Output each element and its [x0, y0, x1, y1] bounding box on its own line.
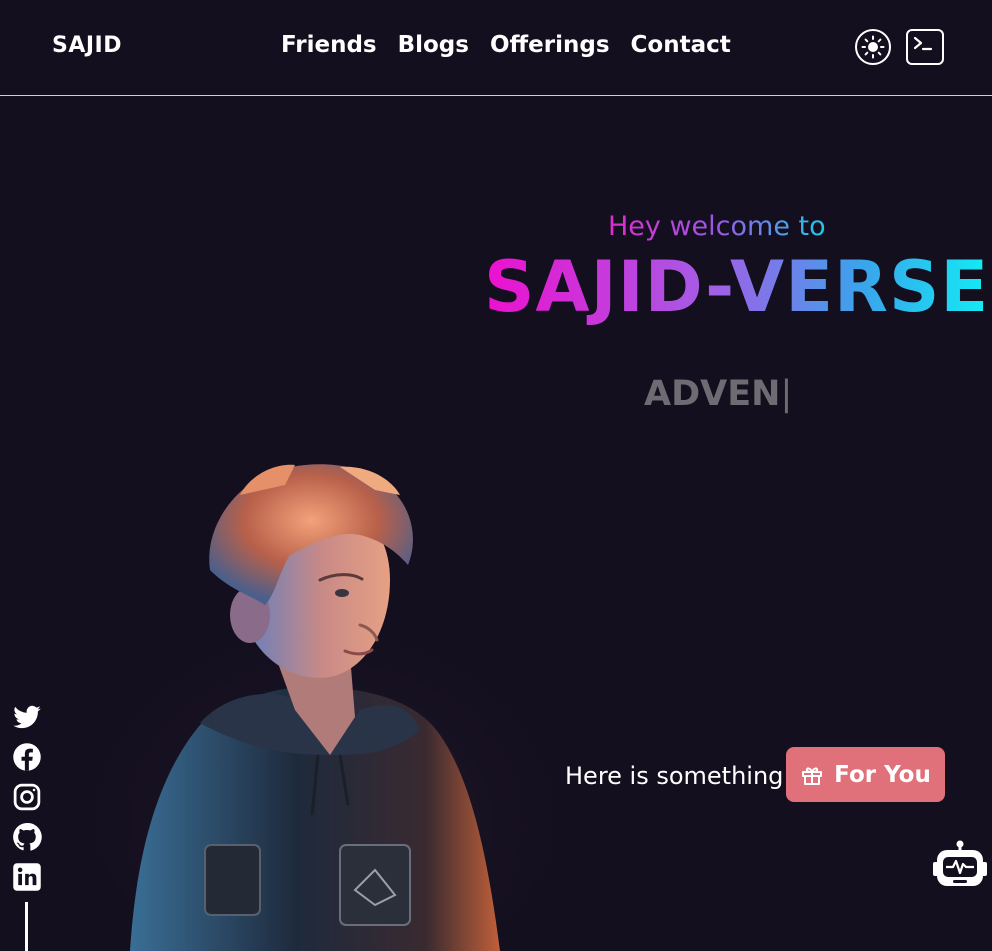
typing-word: ADVEN	[644, 374, 781, 414]
logo[interactable]: SAJID	[52, 33, 122, 58]
cta-text: Here is something	[565, 762, 784, 790]
github-icon[interactable]	[12, 822, 42, 852]
robot-icon[interactable]	[932, 840, 988, 892]
welcome-text: Hey welcome to	[608, 211, 826, 242]
theme-toggle-button[interactable]	[855, 29, 891, 65]
for-you-label: For You	[834, 761, 931, 788]
facebook-icon[interactable]	[12, 742, 42, 772]
nav-item-offerings[interactable]: Offerings	[490, 32, 610, 58]
main-nav: Friends Blogs Offerings Contact	[281, 32, 731, 58]
boy-illustration	[90, 464, 560, 951]
typing-caret: |	[780, 374, 793, 414]
nav-item-contact[interactable]: Contact	[631, 32, 731, 58]
linkedin-icon[interactable]	[12, 862, 42, 892]
sun-icon	[861, 35, 885, 59]
twitter-icon[interactable]	[12, 702, 42, 732]
instagram-icon[interactable]	[12, 782, 42, 812]
gift-icon	[802, 766, 823, 785]
social-divider-line	[25, 902, 28, 951]
nav-item-friends[interactable]: Friends	[281, 32, 377, 58]
terminal-icon	[913, 36, 933, 51]
header: SAJID Friends Blogs Offerings Contact	[0, 0, 992, 96]
page: SAJID Friends Blogs Offerings Contact He…	[0, 0, 992, 951]
terminal-button[interactable]	[906, 29, 944, 65]
for-you-button[interactable]: For You	[786, 747, 945, 802]
typing-text: ADVEN|	[644, 374, 792, 414]
brand-title: SAJID-VERSE	[484, 246, 990, 328]
nav-item-blogs[interactable]: Blogs	[398, 32, 469, 58]
